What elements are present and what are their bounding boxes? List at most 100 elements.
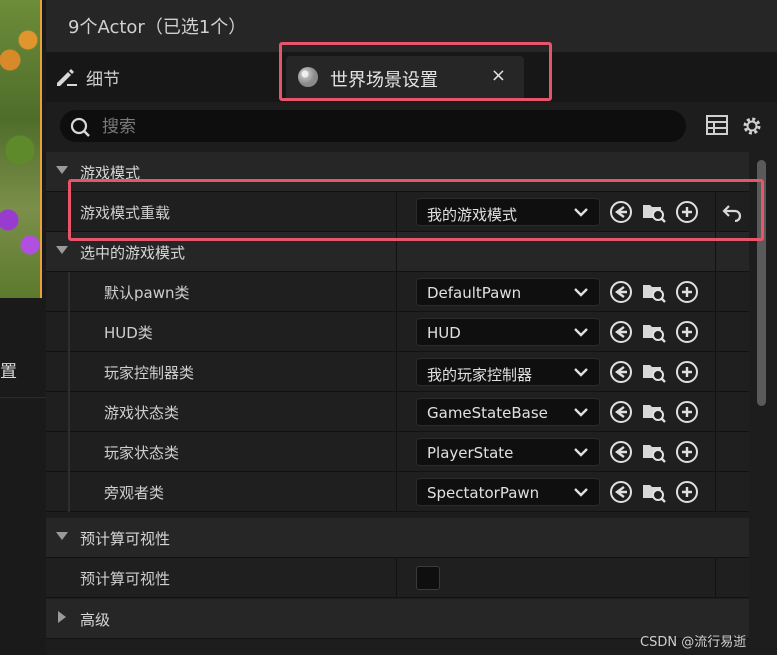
prop-label: 游戏状态类: [104, 404, 180, 422]
column-splitter: [396, 392, 397, 432]
chevron-down-icon: [574, 288, 588, 297]
use-selected-icon[interactable]: [609, 440, 633, 464]
reset-column-splitter: [715, 312, 716, 352]
browse-folder-icon[interactable]: [641, 440, 667, 464]
add-icon[interactable]: [675, 280, 699, 304]
browse-folder-icon[interactable]: [641, 400, 667, 424]
category-label: 高级: [80, 611, 111, 629]
left-panel-label: 置: [0, 362, 17, 382]
caret-right-icon: [58, 611, 66, 623]
add-icon[interactable]: [675, 360, 699, 384]
prop-label: 旁观者类: [104, 484, 165, 502]
asset-actions: [609, 400, 699, 424]
viewport-preview: [0, 0, 42, 298]
indent-bar: [68, 352, 70, 392]
add-icon[interactable]: [675, 400, 699, 424]
caret-down-icon: [56, 246, 68, 254]
add-icon[interactable]: [675, 440, 699, 464]
prop-label: HUD类: [104, 324, 153, 342]
combo-value: DefaultPawn: [427, 284, 522, 302]
category-label: 选中的游戏模式: [80, 244, 186, 262]
highlight-box-tab: [279, 42, 552, 101]
left-divider: [0, 397, 46, 398]
column-splitter: [396, 312, 397, 352]
combo-value: GameStateBase: [427, 404, 548, 422]
prop-row-game-state: 游戏状态类 GameStateBase: [46, 392, 749, 432]
actor-count-text: 9个Actor（已选1个）: [68, 17, 247, 38]
reset-column-splitter: [715, 558, 716, 598]
caret-down-icon: [56, 166, 68, 174]
column-splitter: [396, 558, 397, 598]
highlight-box-row: [68, 179, 764, 241]
use-selected-icon[interactable]: [609, 320, 633, 344]
combo-value: 我的玩家控制器: [427, 366, 533, 384]
precompute-visibility-checkbox[interactable]: [416, 566, 440, 590]
chevron-down-icon: [574, 448, 588, 457]
add-icon[interactable]: [675, 320, 699, 344]
prop-row-player-state: 玩家状态类 PlayerState: [46, 432, 749, 472]
column-splitter: [396, 352, 397, 392]
indent-bar: [68, 432, 70, 472]
watermark: CSDN @流行易逝: [640, 635, 747, 650]
asset-actions: [609, 480, 699, 504]
search-box: [60, 110, 686, 142]
prop-label: 玩家状态类: [104, 444, 180, 462]
combo-value: PlayerState: [427, 444, 514, 462]
tab-details-label: 细节: [86, 69, 120, 90]
category-precompute-visibility[interactable]: 预计算可视性: [46, 518, 749, 558]
browse-folder-icon[interactable]: [641, 480, 667, 504]
game-state-combo[interactable]: GameStateBase: [416, 398, 600, 426]
prop-label: 玩家控制器类: [104, 364, 195, 382]
table-view-icon[interactable]: [706, 115, 728, 135]
chevron-down-icon: [574, 488, 588, 497]
use-selected-icon[interactable]: [609, 360, 633, 384]
indent-bar: [68, 392, 70, 432]
hud-combo[interactable]: HUD: [416, 318, 600, 346]
use-selected-icon[interactable]: [609, 480, 633, 504]
spectator-combo[interactable]: SpectatorPawn: [416, 478, 600, 506]
prop-row-player-controller: 玩家控制器类 我的玩家控制器: [46, 352, 749, 392]
use-selected-icon[interactable]: [609, 400, 633, 424]
tab-details[interactable]: 细节: [54, 64, 120, 90]
prop-row-default-pawn: 默认pawn类 DefaultPawn: [46, 272, 749, 312]
column-splitter: [396, 432, 397, 472]
indent-bar: [68, 312, 70, 352]
search-row: [46, 102, 777, 152]
caret-down-icon: [56, 532, 68, 540]
reset-column-splitter: [715, 272, 716, 312]
use-selected-icon[interactable]: [609, 280, 633, 304]
reset-column-splitter: [715, 432, 716, 472]
column-splitter: [396, 272, 397, 312]
viewport-strip: 置: [0, 0, 46, 655]
prop-row-hud: HUD类 HUD: [46, 312, 749, 352]
player-state-combo[interactable]: PlayerState: [416, 438, 600, 466]
prop-label: 预计算可视性: [80, 570, 171, 588]
combo-value: HUD: [427, 324, 461, 342]
asset-actions: [609, 360, 699, 384]
prop-row-precompute-visibility: 预计算可视性: [46, 558, 749, 598]
add-icon[interactable]: [675, 480, 699, 504]
chevron-down-icon: [574, 408, 588, 417]
combo-value: SpectatorPawn: [427, 484, 540, 502]
reset-column-splitter: [715, 392, 716, 432]
pencil-icon: [57, 69, 77, 86]
asset-actions: [609, 320, 699, 344]
browse-folder-icon[interactable]: [641, 320, 667, 344]
browse-folder-icon[interactable]: [641, 280, 667, 304]
browse-folder-icon[interactable]: [641, 360, 667, 384]
prop-row-spectator: 旁观者类 SpectatorPawn: [46, 472, 749, 512]
asset-actions: [609, 440, 699, 464]
asset-actions: [609, 280, 699, 304]
column-splitter: [396, 472, 397, 512]
player-controller-combo[interactable]: 我的玩家控制器: [416, 358, 600, 386]
default-pawn-combo[interactable]: DefaultPawn: [416, 278, 600, 306]
search-input[interactable]: [100, 112, 664, 142]
chevron-down-icon: [574, 328, 588, 337]
reset-column-splitter: [715, 352, 716, 392]
category-label: 预计算可视性: [80, 530, 171, 548]
search-icon: [70, 117, 90, 137]
indent-bar: [68, 272, 70, 312]
chevron-down-icon: [574, 368, 588, 377]
gear-icon[interactable]: [740, 114, 764, 138]
reset-column-splitter: [715, 472, 716, 512]
